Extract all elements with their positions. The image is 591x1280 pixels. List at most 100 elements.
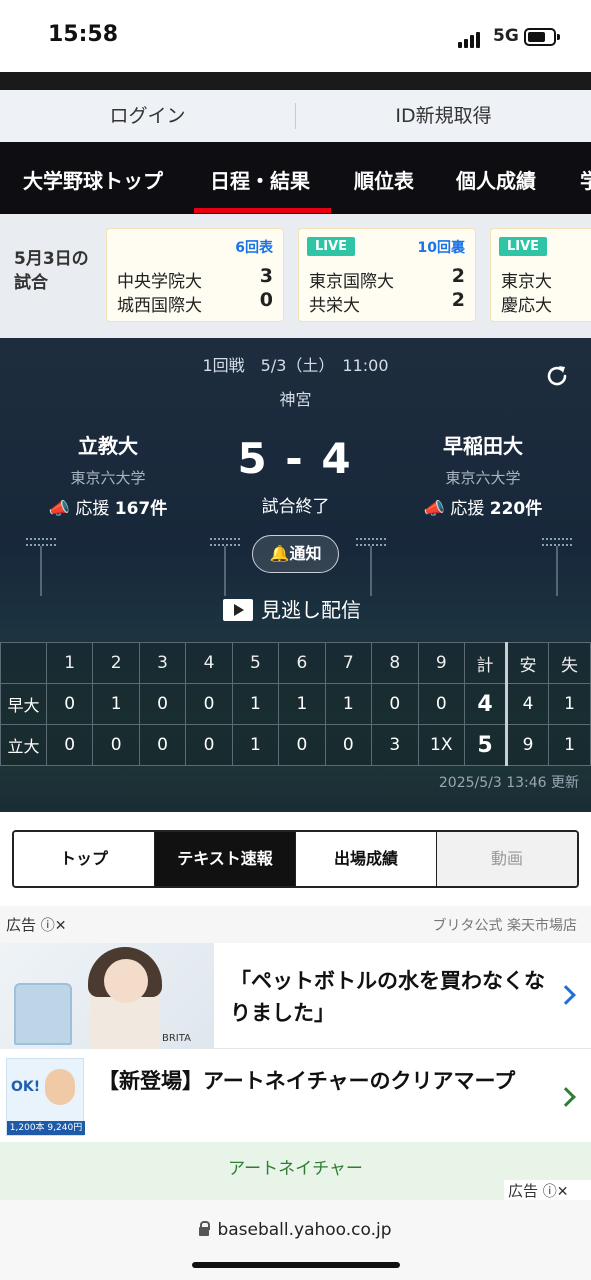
game-inning: 10回裏 xyxy=(417,240,465,256)
live-badge: LIVE xyxy=(499,237,548,256)
errors: 1 xyxy=(548,724,591,766)
game-score1: 2 xyxy=(451,265,465,287)
nav-item-schedule[interactable]: 日程・結果 xyxy=(210,142,310,214)
scoreboard-header-cell: 3 xyxy=(138,642,187,684)
status-bar: 15:58 5G xyxy=(0,0,591,72)
bell-icon: 🔔 xyxy=(269,544,290,563)
tab-video[interactable]: 動画 xyxy=(437,832,577,886)
replay-button[interactable]: 見逃し配信 xyxy=(223,594,361,622)
strip-date-label: 5月3日の試合 xyxy=(14,249,89,293)
content-tabs: トップ テキスト速報 出場成績 動画 xyxy=(12,830,579,888)
team-away[interactable]: 早稲田大 東京六大学 📣 応援 220件 xyxy=(393,430,573,519)
register-link[interactable]: ID新規取得 xyxy=(296,90,591,142)
cheer-label: 応援 xyxy=(450,499,485,519)
notify-label: 通知 xyxy=(289,544,322,563)
ad-headline[interactable]: 【新登場】アートネイチャーのクリアマープ xyxy=(98,1066,538,1096)
game-team2: 慶応大 xyxy=(501,296,552,316)
main-nav: 大学野球トップ 日程・結果 順位表 個人成績 学 xyxy=(0,142,591,214)
scoreboard-header-row: 1 2 3 4 5 6 7 8 9 計 安 失 xyxy=(0,642,591,684)
ad-source[interactable]: ブリタ公式 楽天市場店 xyxy=(433,915,577,935)
nav-item-top[interactable]: 大学野球トップ xyxy=(23,142,163,214)
ad-image[interactable]: OK! 1,200本 9,240円 xyxy=(6,1058,85,1136)
scoreboard-header-cell: 5 xyxy=(231,642,280,684)
inning-score: 0 xyxy=(371,683,419,725)
tab-text-live[interactable]: テキスト速報 xyxy=(155,832,296,886)
home-indicator[interactable] xyxy=(192,1262,400,1268)
scoreboard: 1 2 3 4 5 6 7 8 9 計 安 失 早大 0 1 0 0 1 1 1… xyxy=(0,642,591,766)
ad-info-icon[interactable]: ⓘ xyxy=(41,915,55,935)
scoreboard-header-cell: 安 xyxy=(506,642,549,684)
stadium-light xyxy=(542,538,572,598)
scoreboard-header-cell: 失 xyxy=(548,642,591,684)
play-icon xyxy=(223,599,253,621)
team-home-name: 立教大 xyxy=(78,434,138,458)
game-card[interactable]: 6回表 中央学院大 3 城西国際大 0 xyxy=(106,228,284,322)
cheer-count: 220件 xyxy=(489,499,543,519)
stadium-light xyxy=(356,538,386,598)
network-label: 5G xyxy=(493,26,519,46)
megaphone-icon: 📣 xyxy=(423,499,445,519)
nav-item-stats[interactable]: 個人成績 xyxy=(456,142,536,214)
scoreboard-row: 立大 0 0 0 0 1 0 0 3 1X 5 9 1 xyxy=(0,724,591,766)
game-score2: 2 xyxy=(451,289,465,311)
ad-info-icon[interactable]: ⓘ xyxy=(543,1181,557,1201)
hits: 9 xyxy=(506,724,549,766)
scoreboard-team: 早大 xyxy=(0,683,47,725)
notify-button[interactable]: 🔔通知 xyxy=(252,535,339,573)
ad-headline[interactable]: 「ペットボトルの水を買わなくなりました」 xyxy=(230,965,550,1029)
total-runs: 4 xyxy=(464,683,508,725)
close-icon[interactable]: ✕ xyxy=(557,1184,569,1200)
chevron-right-icon[interactable] xyxy=(556,1087,576,1107)
game-team2: 共栄大 xyxy=(309,296,360,316)
browser-url-bar[interactable]: baseball.yahoo.co.jp xyxy=(0,1200,591,1280)
ad-image[interactable]: BRITA xyxy=(0,943,214,1049)
total-runs: 5 xyxy=(464,724,508,766)
ad-card[interactable]: OK! 1,200本 9,240円 【新登場】アートネイチャーのクリアマープ xyxy=(0,1050,591,1142)
replay-label: 見逃し配信 xyxy=(261,598,361,622)
chevron-right-icon[interactable] xyxy=(556,985,576,1005)
nav-active-indicator xyxy=(194,208,331,213)
game-card[interactable]: LIVE 10回裏 東京国際大 2 共栄大 2 xyxy=(298,228,476,322)
stadium-light xyxy=(26,538,56,598)
inning-score: 1 xyxy=(278,683,326,725)
nav-item-more[interactable]: 学 xyxy=(580,142,591,214)
inning-score: 1X xyxy=(417,724,465,766)
scoreboard-header-cell: 1 xyxy=(45,642,94,684)
ad-image-text: OK! xyxy=(11,1079,41,1095)
inning-score: 0 xyxy=(45,724,94,766)
ad-image-price: 1,200本 9,240円 xyxy=(7,1121,85,1135)
ad-sponsor-bar[interactable]: アートネイチャー xyxy=(0,1142,591,1200)
live-badge: LIVE xyxy=(307,237,356,256)
header-strip xyxy=(0,72,591,90)
game-card[interactable]: LIVE 東京大 慶応大 xyxy=(490,228,591,322)
tab-top[interactable]: トップ xyxy=(14,832,155,886)
game-score2: 0 xyxy=(259,289,273,311)
team-away-league: 東京六大学 xyxy=(445,469,521,487)
ad-card[interactable]: BRITA 「ペットボトルの水を買わなくなりました」 xyxy=(0,943,591,1049)
team-away-name: 早稲田大 xyxy=(443,434,523,458)
scoreboard-header-cell: 9 xyxy=(417,642,465,684)
inning-score: 0 xyxy=(45,683,94,725)
nav-item-standings[interactable]: 順位表 xyxy=(354,142,414,214)
cheer-button-away[interactable]: 📣 応援 220件 xyxy=(393,494,573,519)
refresh-icon[interactable] xyxy=(543,362,571,390)
close-icon[interactable]: ✕ xyxy=(55,918,67,934)
inning-score: 0 xyxy=(138,683,187,725)
inning-score: 0 xyxy=(138,724,187,766)
tab-lineup-stats[interactable]: 出場成績 xyxy=(296,832,437,886)
inning-score: 1 xyxy=(92,683,140,725)
login-link[interactable]: ログイン xyxy=(0,90,295,142)
ad-label: 広告 ⓘ ✕ xyxy=(504,1180,591,1200)
inning-score: 3 xyxy=(371,724,419,766)
game-team1: 中央学院大 xyxy=(117,272,202,292)
stadium-light xyxy=(210,538,240,598)
scoreboard-header-cell: 8 xyxy=(371,642,419,684)
games-strip: 5月3日の試合 6回表 中央学院大 3 城西国際大 0 LIVE 10回裏 東京… xyxy=(0,214,591,338)
scoreboard-team: 立大 xyxy=(0,724,47,766)
game-score: 5 - 4 xyxy=(237,434,353,483)
inning-score: 0 xyxy=(185,683,233,725)
inning-score: 1 xyxy=(231,683,280,725)
inning-score: 0 xyxy=(324,724,373,766)
scoreboard-header-cell xyxy=(0,642,47,684)
inning-score: 0 xyxy=(417,683,465,725)
